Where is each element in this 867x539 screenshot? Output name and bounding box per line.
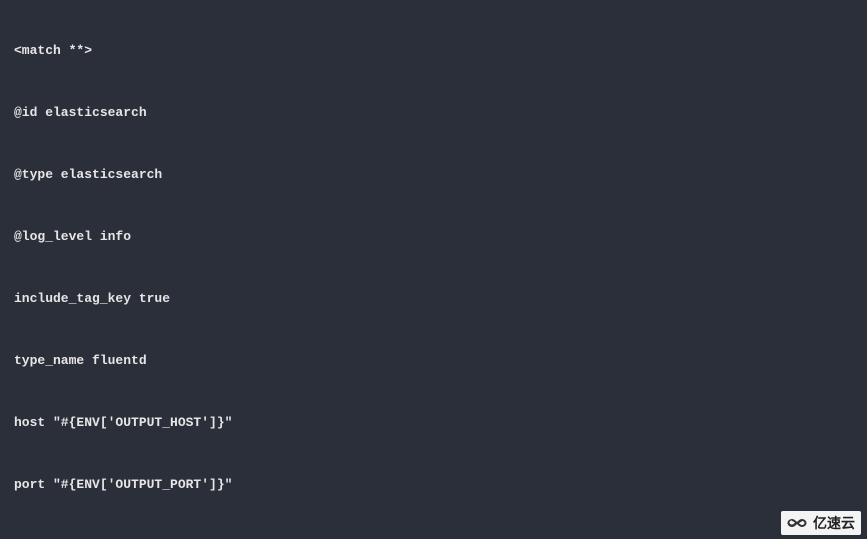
watermark-badge: 亿速云 [781, 511, 861, 535]
code-line: @log_level info [14, 230, 853, 243]
code-line: host "#{ENV['OUTPUT_HOST']}" [14, 416, 853, 429]
code-line: @type elasticsearch [14, 168, 853, 181]
code-line: include_tag_key true [14, 292, 853, 305]
watermark-label: 亿速云 [813, 513, 855, 533]
code-line: type_name fluentd [14, 354, 853, 367]
code-line: @id elasticsearch [14, 106, 853, 119]
cloud-infinity-icon [785, 515, 809, 531]
code-line: port "#{ENV['OUTPUT_PORT']}" [14, 478, 853, 491]
code-block: <match **> @id elasticsearch @type elast… [0, 0, 867, 539]
code-line: <match **> [14, 44, 853, 57]
